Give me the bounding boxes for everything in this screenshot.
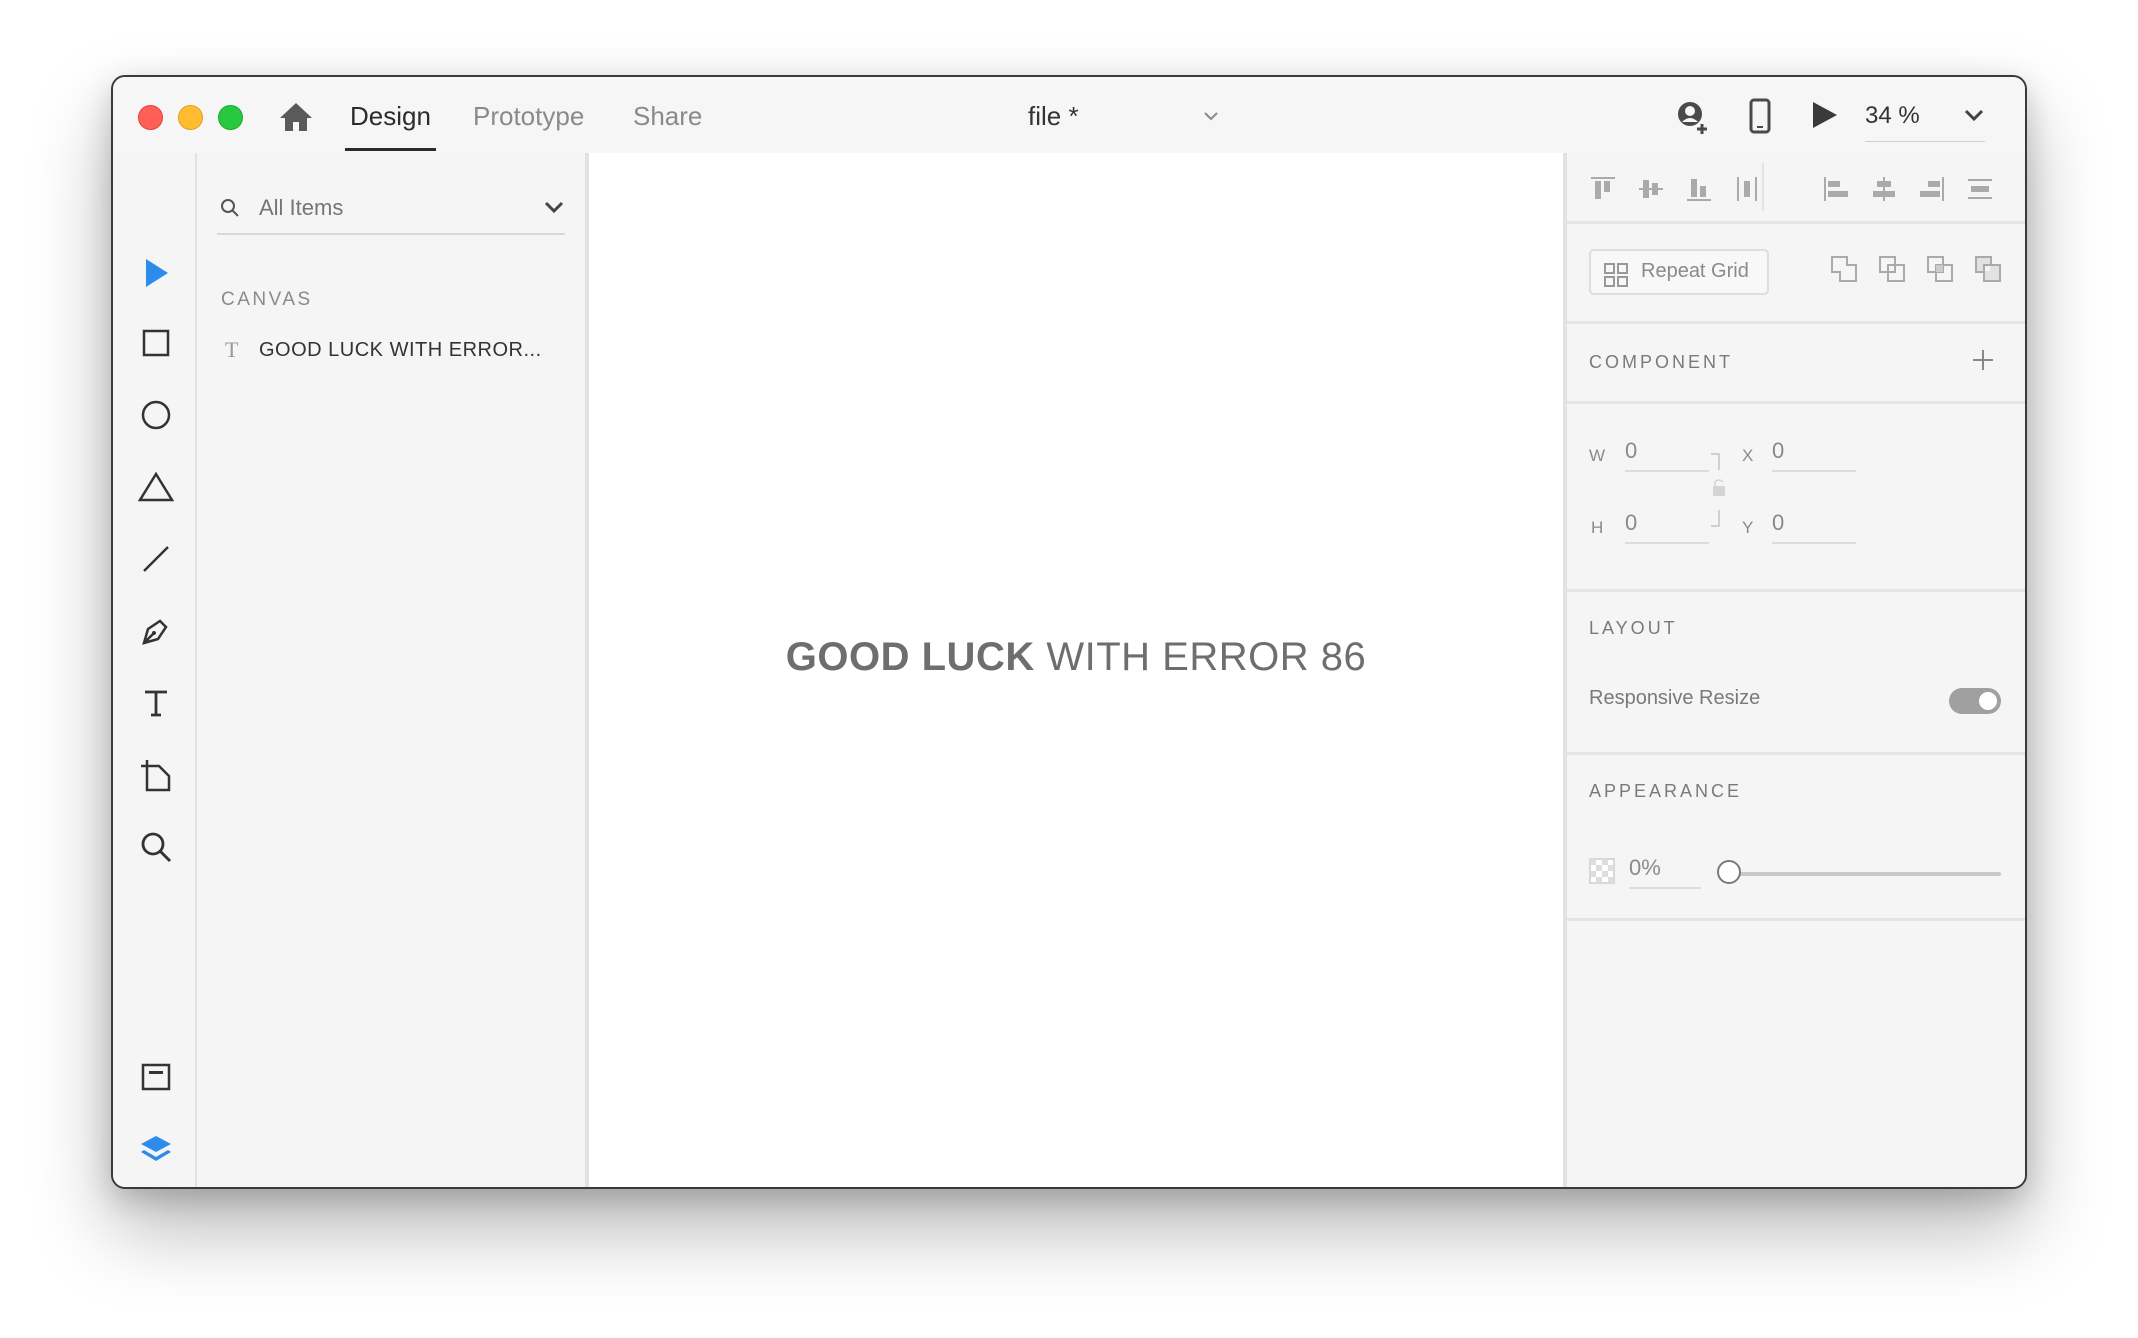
opacity-slider-thumb[interactable] — [1717, 860, 1741, 884]
xd-window: Design Prototype Share file * 34 % All I… — [111, 75, 2027, 1189]
align-top-icon[interactable] — [1589, 175, 1617, 208]
repeat-grid-label: Repeat Grid — [1641, 260, 1749, 282]
opacity-slider-track[interactable] — [1729, 872, 2001, 876]
tab-design[interactable]: Design — [345, 99, 436, 151]
repeat-grid-button[interactable]: Repeat Grid — [1589, 249, 1769, 295]
line-tool-icon[interactable] — [138, 541, 174, 577]
responsive-resize-label: Responsive Resize — [1589, 687, 1761, 709]
repeat-grid-row: Repeat Grid — [1567, 224, 2025, 324]
opacity-checker-icon — [1589, 858, 1615, 889]
boolean-intersect-icon[interactable] — [1925, 254, 1955, 289]
layout-section: LAYOUT Responsive Resize — [1567, 592, 2025, 755]
responsive-resize-toggle[interactable] — [1949, 688, 2001, 714]
tab-prototype[interactable]: Prototype — [473, 99, 584, 151]
align-toolbar — [1567, 153, 2025, 224]
canvas-text-regular: WITH ERROR 86 — [1034, 635, 1367, 679]
text-layer-icon: T — [225, 337, 239, 362]
design-canvas[interactable]: GOOD LUCK WITH ERROR 86 — [589, 153, 1563, 1187]
chevron-down-icon[interactable] — [1203, 109, 1219, 127]
boolean-subtract-icon[interactable] — [1877, 254, 1907, 289]
play-icon[interactable] — [1808, 99, 1840, 136]
layout-heading: LAYOUT — [1589, 618, 1678, 638]
canvas-text-object[interactable]: GOOD LUCK WITH ERROR 86 — [589, 635, 1563, 680]
minimize-window-button[interactable] — [178, 105, 203, 130]
layers-search[interactable] — [217, 185, 565, 235]
boolean-exclude-icon[interactable] — [1973, 254, 2003, 289]
y-label: Y — [1742, 518, 1755, 537]
chevron-down-icon[interactable] — [543, 199, 565, 220]
pen-tool-icon[interactable] — [138, 613, 174, 649]
appearance-section: APPEARANCE 0% — [1567, 755, 2025, 921]
align-left-icon[interactable] — [1822, 175, 1850, 208]
align-divider — [1762, 163, 1764, 211]
zoom-chevron-down-icon[interactable] — [1963, 107, 1985, 128]
share-for-review-icon[interactable] — [1673, 97, 1713, 142]
y-field[interactable]: 0 — [1772, 508, 1856, 544]
canvas-text-bold: GOOD LUCK — [785, 635, 1035, 679]
dimensions-section: W 0 X 0 H 0 Y 0 — [1567, 404, 2025, 592]
layers-panel: CANVAS T GOOD LUCK WITH ERROR... — [197, 153, 589, 1187]
distribute-horizontal-icon[interactable] — [1733, 175, 1761, 208]
add-component-plus-icon[interactable] — [1971, 348, 1995, 377]
align-center-icon[interactable] — [1870, 175, 1898, 208]
align-right-icon[interactable] — [1918, 175, 1946, 208]
device-preview-icon[interactable] — [1745, 97, 1775, 142]
select-tool-icon[interactable] — [138, 255, 174, 291]
height-label: H — [1591, 518, 1605, 537]
lock-aspect-icon[interactable] — [1707, 452, 1727, 533]
boolean-add-icon[interactable] — [1829, 254, 1859, 289]
property-inspector: Repeat Grid COMPONENT W 0 X 0 H 0 Y 0 LA… — [1563, 153, 2025, 1187]
maximize-window-button[interactable] — [218, 105, 243, 130]
width-field[interactable]: 0 — [1625, 436, 1709, 472]
layers-search-input[interactable] — [259, 195, 519, 221]
assets-panel-icon[interactable] — [138, 1059, 174, 1095]
layer-item[interactable]: T GOOD LUCK WITH ERROR... — [221, 335, 561, 369]
layers-panel-icon[interactable] — [138, 1131, 174, 1167]
align-middle-icon[interactable] — [1637, 175, 1665, 208]
ellipse-tool-icon[interactable] — [138, 397, 174, 433]
opacity-field[interactable]: 0% — [1629, 851, 1701, 889]
title-bar: Design Prototype Share file * 34 % — [113, 77, 2025, 155]
text-tool-icon[interactable] — [138, 685, 174, 721]
close-window-button[interactable] — [138, 105, 163, 130]
canvas-section-heading: CANVAS — [221, 289, 313, 310]
zoom-tool-icon[interactable] — [138, 829, 174, 865]
artboard-tool-icon[interactable] — [138, 757, 174, 793]
x-field[interactable]: 0 — [1772, 436, 1856, 472]
home-icon[interactable] — [278, 101, 314, 138]
layer-label: GOOD LUCK WITH ERROR... — [259, 339, 542, 361]
x-label: X — [1742, 446, 1755, 465]
tab-share[interactable]: Share — [633, 99, 702, 151]
appearance-heading: APPEARANCE — [1589, 781, 1743, 801]
search-icon — [219, 197, 241, 224]
polygon-tool-icon[interactable] — [138, 469, 174, 505]
width-label: W — [1589, 446, 1607, 465]
tools-toolbar — [113, 153, 197, 1187]
repeat-grid-icon — [1603, 262, 1629, 293]
height-field[interactable]: 0 — [1625, 508, 1709, 544]
rectangle-tool-icon[interactable] — [138, 325, 174, 361]
component-heading: COMPONENT — [1589, 352, 1733, 372]
component-section: COMPONENT — [1567, 324, 2025, 404]
distribute-vertical-icon[interactable] — [1966, 175, 1994, 208]
document-title[interactable]: file * — [1028, 99, 1079, 133]
align-bottom-icon[interactable] — [1685, 175, 1713, 208]
